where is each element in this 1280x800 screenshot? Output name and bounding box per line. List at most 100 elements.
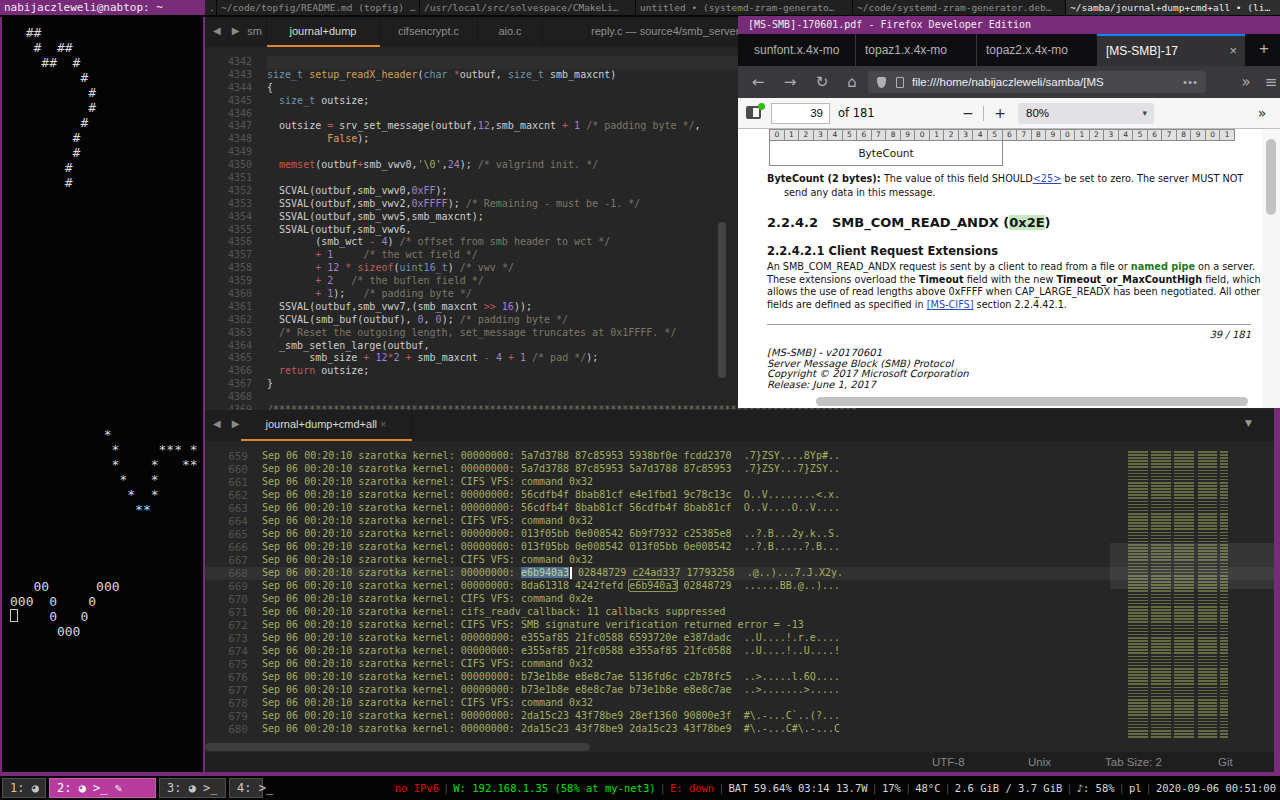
bit-cell: 4 (973, 129, 988, 141)
workspace-button[interactable]: 2: ◕ >_ ✎ (49, 778, 156, 798)
wm-titlebar: nabijaczleweli@nabtop: ~.~/code/topfig/R… (0, 0, 1280, 17)
menu-icon[interactable]: ≡ (1259, 66, 1280, 98)
pdf-vscrollbar[interactable] (1262, 129, 1280, 408)
line-number: 680 (205, 723, 262, 736)
bit-cell: 7 (1017, 129, 1032, 141)
line-number: 4362 (205, 314, 267, 327)
shield-icon[interactable] (877, 77, 886, 88)
wm-tab[interactable]: untitled • (systemd-zram-generato… (636, 0, 852, 15)
editor-tab[interactable]: cifsencrypt.c (380, 17, 478, 45)
bit-index-row: 01234567890123456789012345678901 (769, 129, 1235, 141)
firefox-navbar: ← → ↻ ⌂ file:///home/nabijaczleweli/samb… (738, 66, 1280, 98)
minimap[interactable] (1128, 451, 1228, 738)
zoom-out-button[interactable]: − (956, 98, 980, 129)
log-area[interactable]: 659Sep 06 00:20:10 szarotka kernel: 0000… (205, 441, 1274, 739)
log-line: 679Sep 06 00:20:10 szarotka kernel: 0000… (205, 710, 1274, 723)
browser-tab[interactable]: [MS-SMB]-17× (1097, 34, 1245, 66)
log-line: 659Sep 06 00:20:10 szarotka kernel: 0000… (205, 450, 1274, 463)
new-tab-button[interactable]: + (1252, 34, 1276, 66)
log-line: 677Sep 06 00:20:10 szarotka kernel: 0000… (205, 684, 1274, 697)
zoom-in-button[interactable]: + (988, 98, 1012, 129)
log-line: 671Sep 06 00:20:10 szarotka kernel: cifs… (205, 606, 1274, 619)
status-encoding[interactable]: UTF-8 (932, 752, 965, 772)
document-footer: [MS-SMB] - v20170601Server Message Block… (767, 348, 969, 390)
code-scrollbar[interactable] (718, 222, 726, 378)
bit-cell: 9 (1191, 129, 1206, 141)
tab-close-icon[interactable]: × (1229, 36, 1237, 66)
line-number: 4345 (205, 95, 267, 108)
line-number: 4360 (205, 288, 267, 301)
status-git[interactable]: Git (1218, 752, 1233, 772)
terminal-window[interactable]: ## # ## ## # # # # # # # # # * * *** * *… (0, 17, 205, 776)
back-icon[interactable]: ← (746, 66, 770, 98)
tab-close-icon[interactable]: × (377, 418, 386, 430)
status-line-endings[interactable]: Unix (1028, 752, 1051, 772)
workspace-button[interactable]: 1: ◕ (2, 778, 46, 798)
line-number: 666 (205, 541, 262, 554)
zoom-select[interactable]: 80%▾ (1018, 103, 1154, 124)
wm-tab[interactable]: . (205, 0, 216, 15)
line-number: 4359 (205, 275, 267, 288)
reload-icon[interactable]: ↻ (810, 66, 834, 98)
bit-cell: 8 (1177, 129, 1192, 141)
subsection-heading: 2.2.4.2.1 Client Request Extensions (767, 244, 998, 258)
status-block: 2.6 GiB / 3.7 GiB (955, 782, 1062, 794)
editor-tab[interactable]: aio.c (478, 17, 543, 45)
workspace-button[interactable]: 3: ◕ >_ (159, 778, 226, 798)
wm-tab[interactable]: ~/samba/journal+dump+cmd+all • (li… (1066, 0, 1280, 15)
wm-tab[interactable]: /usr/local/src/solvespace/CMakeLi… (420, 0, 635, 15)
tab-overflow-icon[interactable]: ▼ (1245, 418, 1252, 428)
footer-line: Release: June 1, 2017 (767, 380, 969, 391)
line-number: 665 (205, 528, 262, 541)
line-number: 661 (205, 476, 262, 489)
status-block: no IPv6 (395, 782, 439, 794)
editor-statusbar: UTF-8 Unix Tab Size: 2 Git (205, 752, 1274, 772)
wm-tab[interactable]: ~/code/topfig/README.md (topfig) … (217, 0, 419, 15)
url-bar[interactable]: file:///home/nabijaczleweli/samba/[MS ••… (868, 71, 1206, 93)
line-number: 672 (205, 619, 262, 632)
line-number: 4355 (205, 224, 267, 237)
overflow-chevron-icon[interactable]: » (1234, 66, 1258, 98)
line-number: 4353 (205, 198, 267, 211)
bit-cell: 3 (814, 129, 829, 141)
separator: | (941, 782, 955, 794)
body-paragraph: An SMB_COM_READ_ANDX request is sent by … (767, 261, 1262, 312)
status-block: ♪: 58% (1077, 782, 1115, 794)
line-number: 674 (205, 645, 262, 658)
log-line: 675Sep 06 00:20:10 szarotka kernel: CIFS… (205, 658, 1274, 671)
status-tab-size[interactable]: Tab Size: 2 (1105, 752, 1162, 772)
line-number: 664 (205, 515, 262, 528)
bit-cell: 9 (901, 129, 916, 141)
editor-tab[interactable]: journal+dump (267, 17, 380, 45)
browser-tab[interactable]: topaz2.x.4x-mo (976, 34, 1097, 66)
bit-cell: 6 (1003, 129, 1018, 141)
line-number: 667 (205, 554, 262, 567)
editor-tab[interactable]: sm (243, 17, 267, 45)
firefox-titlebar[interactable]: [MS-SMB]-170601.pdf - Firefox Developer … (738, 16, 1280, 34)
line-number: 670 (205, 593, 262, 606)
page-number-input[interactable]: 39 (771, 103, 830, 124)
bit-cell: 1 (1220, 129, 1235, 141)
log-line: 662Sep 06 00:20:10 szarotka kernel: 0000… (205, 489, 1274, 502)
status-block: BAT 59.64% 03:14 13.7W (729, 782, 868, 794)
line-number: 673 (205, 632, 262, 645)
home-icon[interactable]: ⌂ (840, 66, 864, 98)
log-hscrollbar[interactable] (205, 742, 1274, 752)
line-number: 4356 (205, 236, 267, 249)
workspace-button[interactable]: 4: >_ (229, 778, 263, 798)
wm-tab-terminal[interactable]: nabijaczleweli@nabtop: ~ (0, 0, 205, 15)
footer-line: Copyright © 2017 Microsoft Corporation (767, 369, 969, 380)
editor-tab-journal[interactable]: journal+dump+cmd+all × (241, 410, 412, 438)
wm-tab[interactable]: ~/code/systemd-zram-generator.deb… (853, 0, 1065, 15)
pdf-tools-chevron[interactable]: » (1250, 98, 1274, 129)
tab-nav-arrows[interactable]: ◀ ▶ (213, 418, 244, 429)
browser-tab[interactable]: sunfont.x.4x-mo (745, 34, 855, 66)
pdf-hscrollbar[interactable] (816, 397, 1248, 406)
browser-tab[interactable]: topaz1.x.4x-mo (855, 34, 976, 66)
line-number: 4342 (205, 56, 267, 69)
separator: | (439, 782, 453, 794)
status-block: pl (1129, 782, 1142, 794)
line-number: 4347 (205, 120, 267, 133)
tab-nav-arrows[interactable]: ◀ ▶ (213, 25, 244, 36)
forward-icon[interactable]: → (778, 66, 802, 98)
